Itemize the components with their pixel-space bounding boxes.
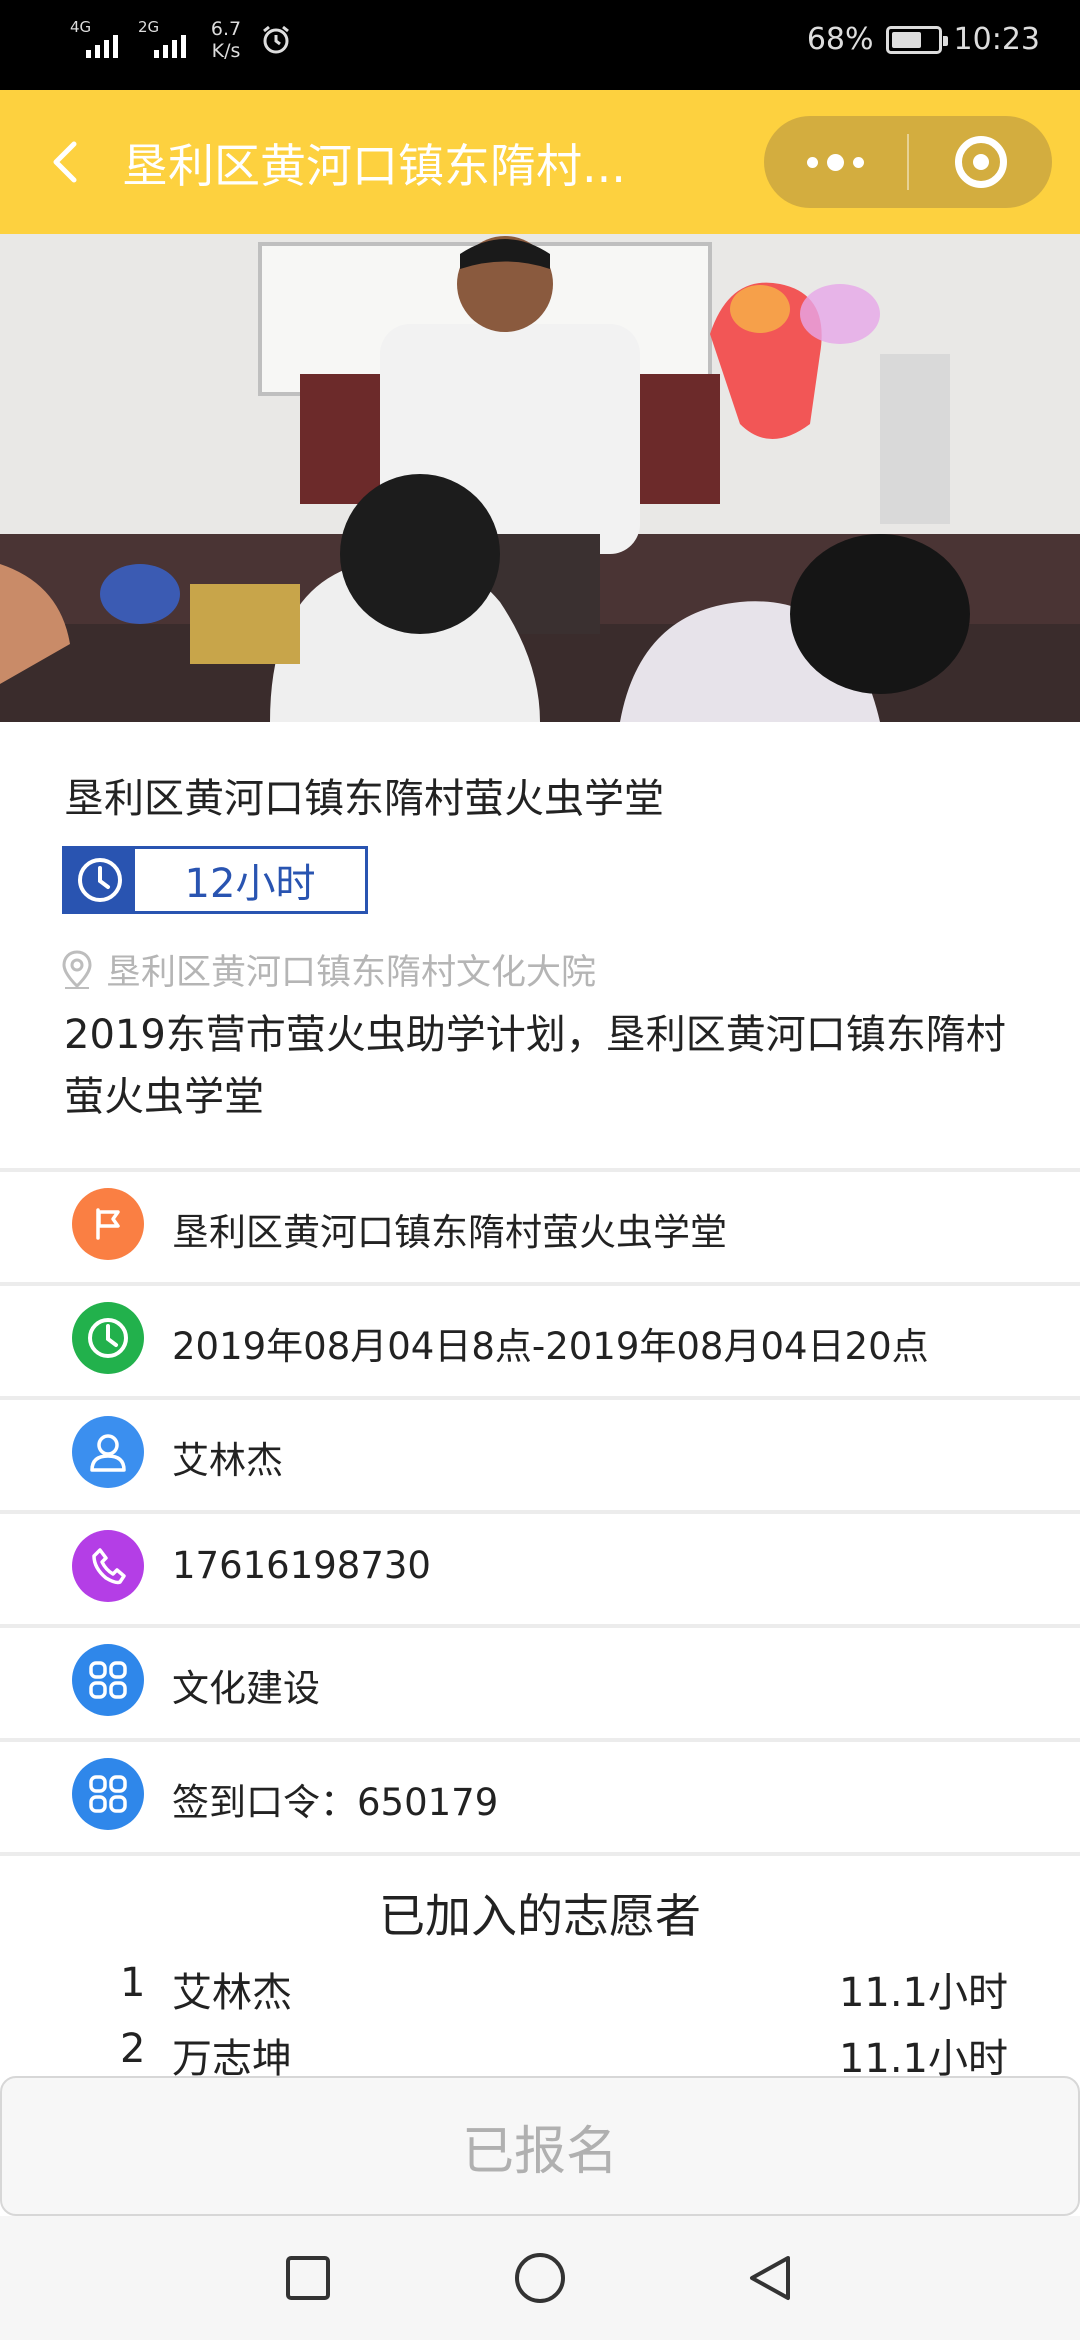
network-type-label: 2G — [138, 18, 160, 36]
target-icon — [954, 136, 1007, 188]
volunteer-name: 艾林杰 — [172, 1970, 292, 2016]
title-bar: 垦利区黄河口镇东隋村... — [0, 90, 1080, 234]
detail-row-time: 2019年08月04日8点-2019年08月04日20点 — [0, 1282, 1080, 1396]
detail-row-checkin-code: 签到口令：650179 — [0, 1738, 1080, 1852]
activity-info: 垦利区黄河口镇东隋村萤火虫学堂 12小时 垦利区黄河口镇东隋村文化大院 2019… — [0, 722, 1080, 1168]
clock-time: 10:23 — [953, 22, 1040, 57]
volunteer-rank: 2 — [120, 2026, 146, 2072]
location-text: 垦利区黄河口镇东隋村文化大院 — [106, 953, 597, 993]
detail-text: 艾林杰 — [172, 1439, 283, 1482]
battery-percent: 68% — [806, 22, 874, 57]
detail-row-phone[interactable]: 17616198730 — [0, 1510, 1080, 1624]
hours-badge: 12小时 — [62, 846, 368, 914]
back-arrow-icon[interactable] — [40, 132, 100, 192]
detail-row-category: 文化建设 — [0, 1624, 1080, 1738]
person-icon — [72, 1416, 144, 1488]
battery-icon — [885, 25, 948, 54]
volunteer-row: 1 艾林杰 11.1小时 — [0, 1960, 1080, 2026]
home-circle-icon[interactable] — [508, 2246, 572, 2310]
network-type-label: 4G — [70, 18, 92, 36]
more-menu-button[interactable] — [764, 116, 907, 208]
signal-icon: 4G — [70, 18, 124, 62]
clock-icon — [72, 1302, 144, 1374]
detail-text: 签到口令：650179 — [172, 1781, 499, 1824]
location-pin-icon — [62, 949, 92, 989]
phone-icon — [72, 1530, 144, 1602]
volunteer-rank: 1 — [120, 1960, 146, 2006]
system-nav-bar — [0, 2216, 1080, 2340]
detail-text: 17616198730 — [172, 1544, 431, 1587]
hours-value: 12小时 — [184, 861, 316, 907]
detail-row-organizer: 垦利区黄河口镇东隋村萤火虫学堂 — [0, 1168, 1080, 1282]
detail-text: 垦利区黄河口镇东隋村萤火虫学堂 — [172, 1211, 727, 1254]
network-speed: 6.7 K/s — [206, 18, 246, 62]
close-mini-program-button[interactable] — [909, 116, 1052, 208]
network-speed-value: 6.7 — [210, 18, 242, 40]
location-row: 垦利区黄河口镇东隋村文化大院 — [62, 944, 596, 995]
detail-text: 文化建设 — [172, 1667, 320, 1710]
detail-list: 垦利区黄河口镇东隋村萤火虫学堂 2019年08月04日8点-2019年08月04… — [0, 1168, 1080, 1856]
page-title: 垦利区黄河口镇东隋村... — [122, 139, 626, 193]
activity-name: 垦利区黄河口镇东隋村萤火虫学堂 — [64, 776, 664, 822]
back-triangle-icon[interactable] — [738, 2246, 802, 2310]
clock-icon — [78, 858, 122, 902]
flag-icon — [72, 1188, 144, 1260]
mini-program-capsule — [764, 116, 1052, 208]
status-bar: 4G 2G 6.7 K/s 68% 10:23 — [0, 0, 1080, 90]
volunteers-title: 已加入的志愿者 — [379, 1889, 701, 1943]
grid-icon — [72, 1644, 144, 1716]
volunteer-list: 1 艾林杰 11.1小时 2 万志坤 11.1小时 — [0, 1960, 1080, 2092]
activity-photo — [0, 234, 1080, 722]
network-speed-unit: K/s — [211, 40, 241, 62]
volunteer-hours: 11.1小时 — [838, 1970, 1008, 2016]
activity-description: 2019东营市萤火虫助学计划，垦利区黄河口镇东隋村萤火虫学堂 — [64, 1012, 1006, 1120]
signal-icon: 2G — [138, 18, 192, 62]
detail-row-contact: 艾林杰 — [0, 1396, 1080, 1510]
grid-icon — [72, 1758, 144, 1830]
alarm-icon — [263, 25, 289, 54]
detail-text: 2019年08月04日8点-2019年08月04日20点 — [172, 1325, 929, 1368]
signed-up-button[interactable]: 已报名 — [0, 2076, 1080, 2216]
recents-square-icon[interactable] — [276, 2246, 340, 2310]
